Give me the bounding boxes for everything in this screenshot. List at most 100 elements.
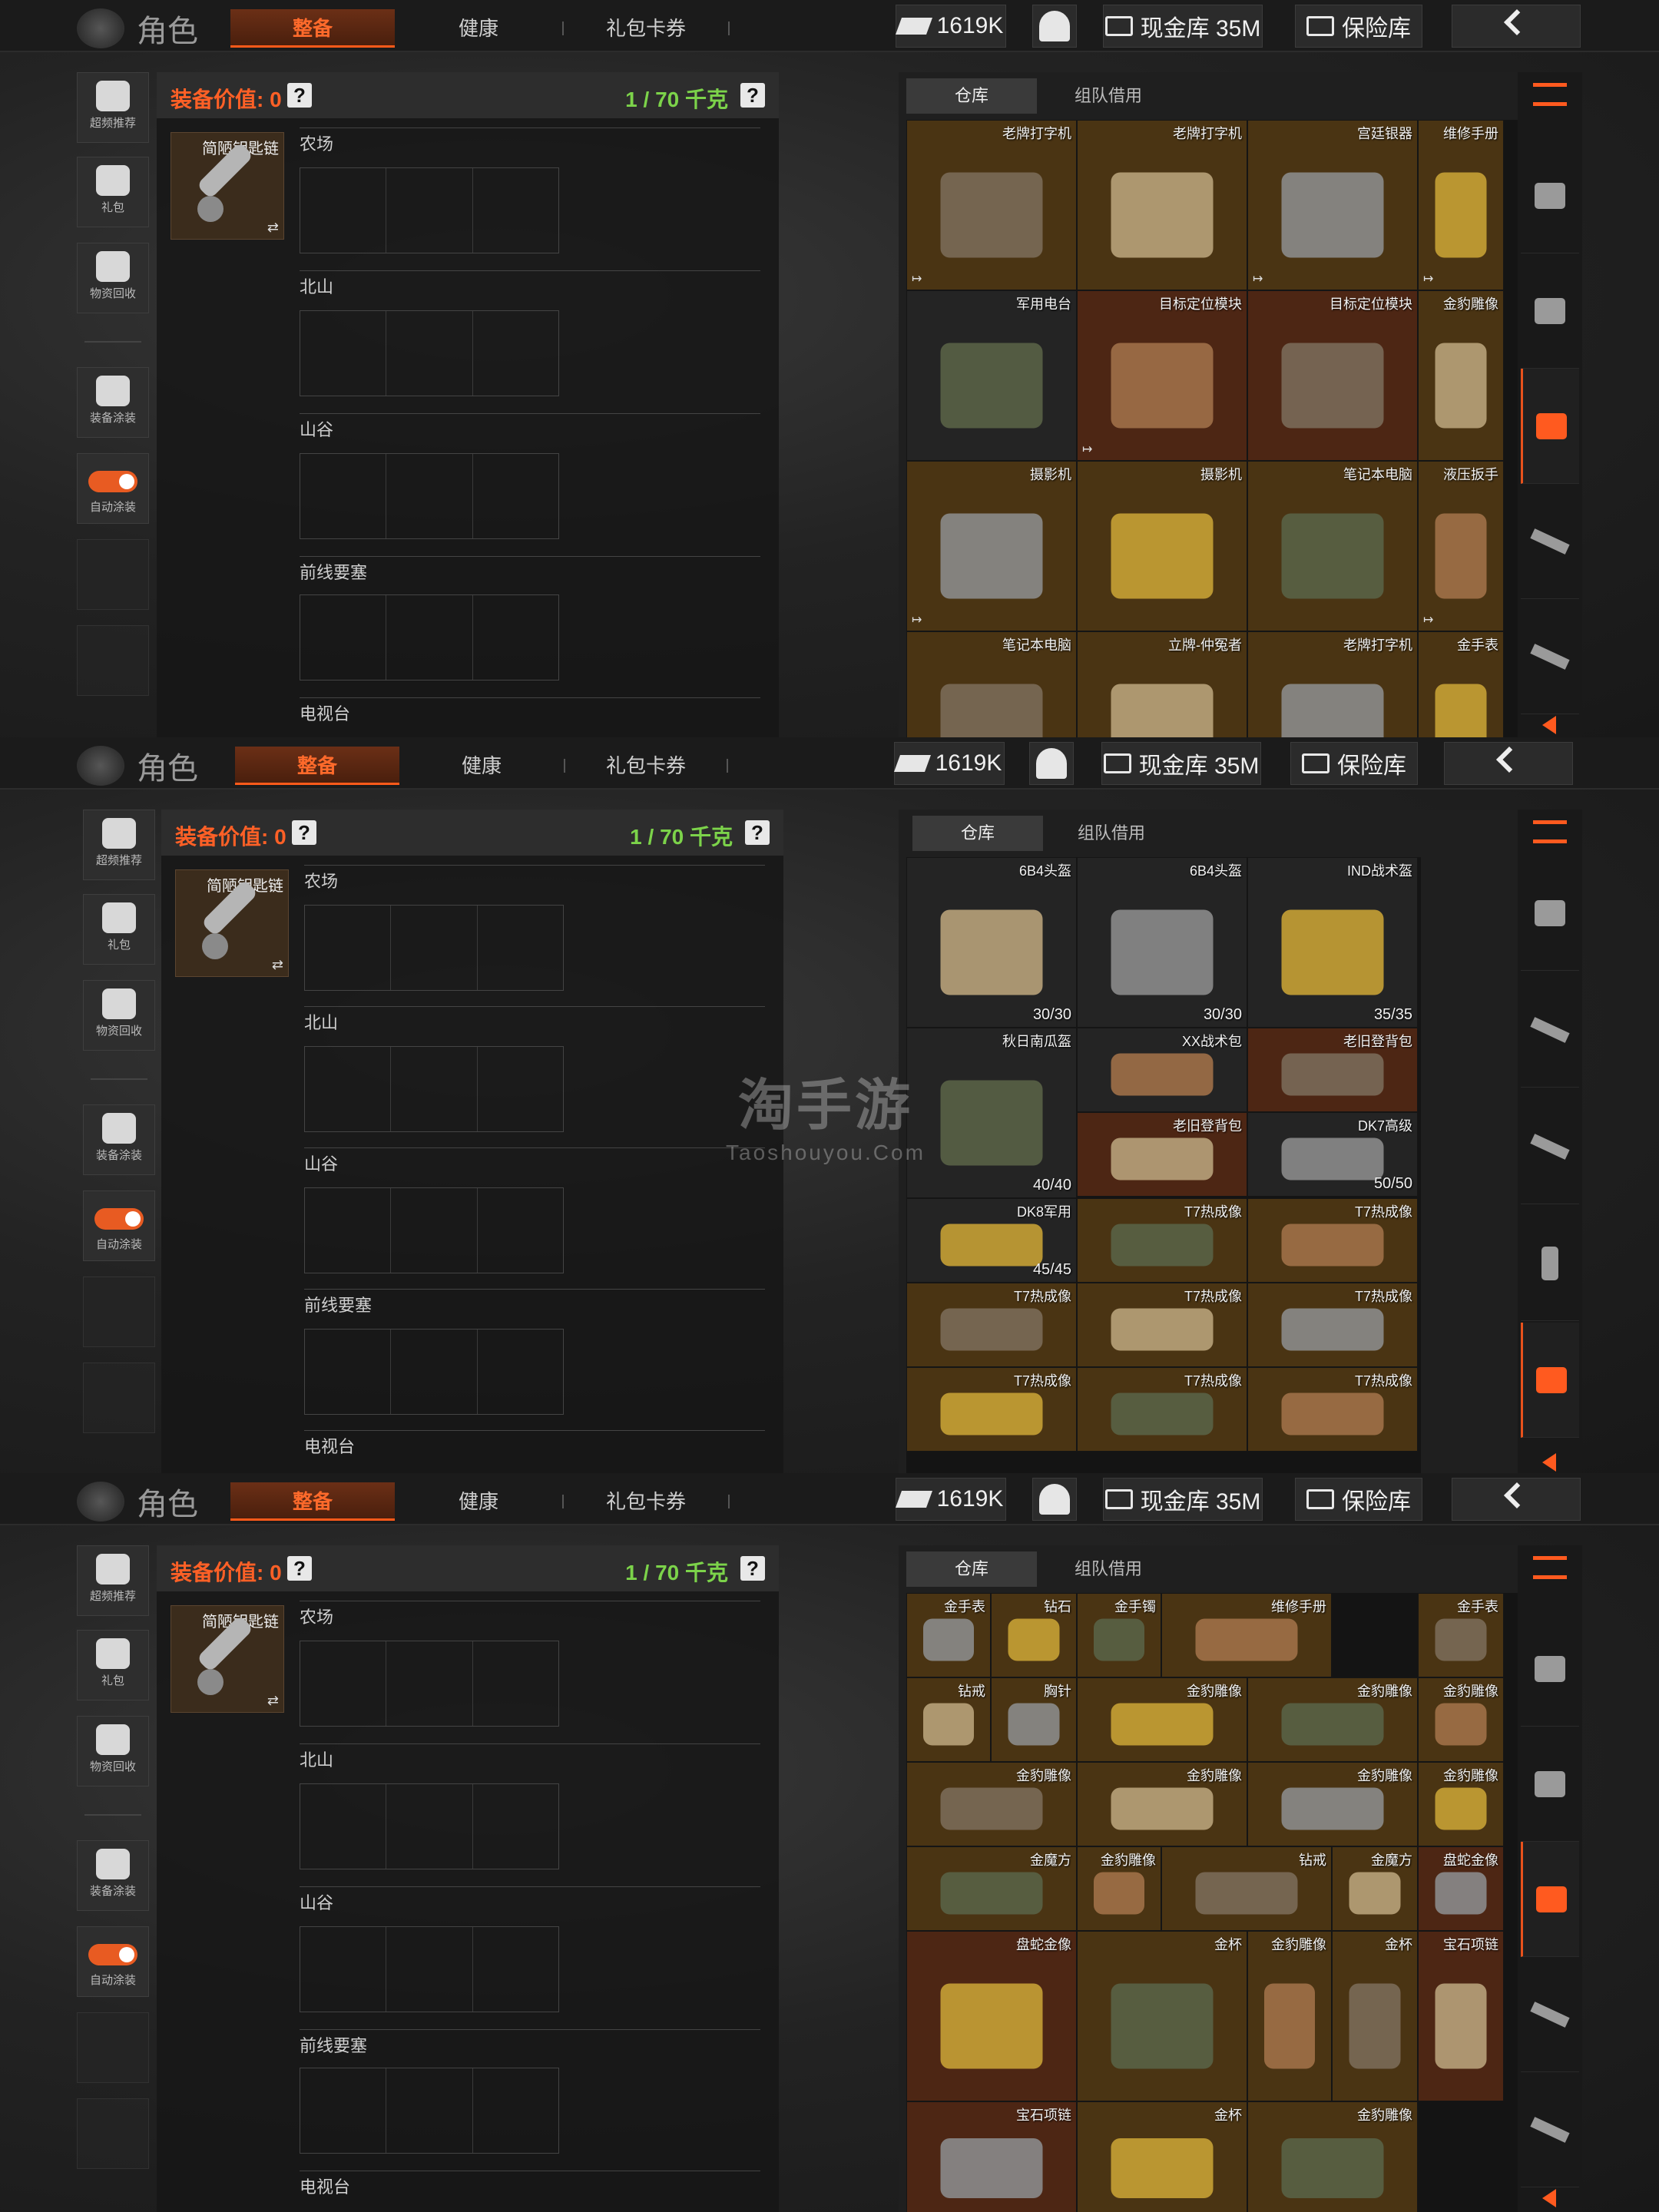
- sidebar-item-recycle[interactable]: 物资回收: [83, 980, 155, 1051]
- inventory-item[interactable]: 维修手册 ↦: [1418, 120, 1504, 290]
- inventory-item[interactable]: 6B4头盔 30/30: [1077, 857, 1247, 1028]
- back-button[interactable]: [1444, 742, 1573, 785]
- tab-coupons[interactable]: 礼包卡券: [575, 1482, 717, 1521]
- inventory-item[interactable]: 老旧登背包: [1077, 1112, 1247, 1197]
- inventory-item[interactable]: 金豹雕像: [906, 1762, 1077, 1846]
- inventory-item[interactable]: 金豹雕像: [1418, 1762, 1504, 1846]
- tab-warehouse[interactable]: 仓库: [906, 78, 1037, 114]
- keychain-slot[interactable]: 简陋钥匙链 ⇄: [171, 1605, 284, 1713]
- safe-button[interactable]: 保险库: [1290, 742, 1418, 785]
- zone-key-slots[interactable]: [304, 1329, 564, 1415]
- sidebar-item-gift[interactable]: 礼包: [77, 1630, 149, 1700]
- inventory-item[interactable]: 金手表: [1418, 1593, 1504, 1677]
- back-button[interactable]: [1452, 1478, 1581, 1521]
- inventory-item[interactable]: 老牌打字机 ↦: [906, 120, 1077, 290]
- collapse-arrow-icon[interactable]: [1542, 2189, 1556, 2207]
- tab-equip[interactable]: 整备: [230, 9, 395, 48]
- inventory-item[interactable]: IND战术盔 35/35: [1247, 857, 1418, 1028]
- tab-coupons[interactable]: 礼包卡券: [575, 9, 717, 48]
- zone-key-slots[interactable]: [300, 1783, 559, 1869]
- inventory-item[interactable]: T7热成像: [1077, 1198, 1247, 1283]
- inventory-item[interactable]: T7热成像: [1247, 1283, 1418, 1367]
- category-box[interactable]: [1521, 1727, 1579, 1842]
- inventory-item[interactable]: 金豹雕像: [1418, 1677, 1504, 1762]
- inventory-item[interactable]: 金豹雕像: [1247, 1762, 1418, 1846]
- inventory-item[interactable]: 盘蛇金像: [1418, 1846, 1504, 1931]
- inventory-item[interactable]: T7热成像: [906, 1283, 1077, 1367]
- zone-key-slots[interactable]: [300, 2068, 559, 2154]
- value-help-button[interactable]: ?: [287, 83, 312, 108]
- inventory-item[interactable]: 金杯: [1332, 1931, 1418, 2101]
- zone-key-slots[interactable]: [300, 453, 559, 539]
- zone-key-slots[interactable]: [300, 594, 559, 680]
- inventory-item[interactable]: 金手镯: [1077, 1593, 1161, 1677]
- inventory-item[interactable]: 金魔方: [906, 1846, 1077, 1931]
- profile-button[interactable]: [1032, 5, 1077, 48]
- tab-team-borrow[interactable]: 组队借用: [1043, 1551, 1174, 1587]
- sidebar-item-skin[interactable]: 装备涂装: [77, 1840, 149, 1911]
- tab-equip[interactable]: 整备: [230, 1482, 395, 1521]
- category-ammo[interactable]: [1521, 1206, 1579, 1321]
- inventory-item[interactable]: 6B4头盔 30/30: [906, 857, 1077, 1028]
- sidebar-item-gift[interactable]: 礼包: [77, 157, 149, 227]
- sort-icon[interactable]: [1533, 820, 1567, 843]
- inventory-item[interactable]: 摄影机 ↦: [906, 461, 1077, 631]
- tab-coupons[interactable]: 礼包卡券: [575, 747, 717, 785]
- inventory-item[interactable]: 老牌打字机: [1247, 631, 1418, 737]
- collapse-arrow-icon[interactable]: [1542, 716, 1556, 734]
- inventory-item[interactable]: 胸针: [991, 1677, 1077, 1762]
- inventory-item[interactable]: 金豹雕像: [1077, 1846, 1161, 1931]
- safe-button[interactable]: 保险库: [1295, 5, 1422, 48]
- category-home[interactable]: [1521, 138, 1579, 253]
- auto-skin-toggle[interactable]: [88, 1944, 137, 1965]
- tab-health[interactable]: 健康: [407, 9, 550, 48]
- inventory-item[interactable]: DK7高级 50/50: [1247, 1112, 1418, 1197]
- zone-key-slots[interactable]: [304, 1046, 564, 1132]
- inventory-item[interactable]: T7热成像: [1247, 1198, 1418, 1283]
- zone-key-slots[interactable]: [300, 1641, 559, 1727]
- tab-health[interactable]: 健康: [410, 747, 553, 785]
- sidebar-item-auto-skin[interactable]: 自动涂装: [77, 453, 149, 524]
- inventory-item[interactable]: 目标定位模块: [1247, 290, 1418, 461]
- sidebar-item-skin[interactable]: 装备涂装: [83, 1104, 155, 1175]
- sidebar-item-recycle[interactable]: 物资回收: [77, 1716, 149, 1786]
- category-rifle[interactable]: [1521, 484, 1579, 599]
- tab-health[interactable]: 健康: [407, 1482, 550, 1521]
- category-rifle-alt[interactable]: [1521, 1089, 1579, 1204]
- category-rifle-alt[interactable]: [1521, 599, 1579, 714]
- category-rifle[interactable]: [1521, 972, 1579, 1088]
- profile-button[interactable]: [1032, 1478, 1077, 1521]
- weight-help-button[interactable]: ?: [745, 820, 770, 845]
- cash-vault-button[interactable]: 现金库 35M: [1101, 742, 1261, 785]
- sidebar-item-recycle[interactable]: 物资回收: [77, 243, 149, 313]
- inventory-item[interactable]: 金杯: [1077, 2101, 1247, 2212]
- auto-skin-toggle[interactable]: [88, 471, 137, 492]
- category-rifle[interactable]: [1521, 1957, 1579, 2072]
- inventory-item[interactable]: 笔记本电脑: [906, 631, 1077, 737]
- back-button[interactable]: [1452, 5, 1581, 48]
- inventory-item[interactable]: 金豹雕像: [1077, 1762, 1247, 1846]
- sidebar-item-auto-skin[interactable]: 自动涂装: [77, 1926, 149, 1997]
- inventory-item[interactable]: 金魔方: [1332, 1846, 1418, 1931]
- cash-vault-button[interactable]: 现金库 35M: [1103, 5, 1263, 48]
- inventory-item[interactable]: 钻石: [991, 1593, 1077, 1677]
- weight-help-button[interactable]: ?: [740, 1556, 765, 1581]
- auto-skin-toggle[interactable]: [94, 1208, 144, 1230]
- value-help-button[interactable]: ?: [292, 820, 316, 845]
- inventory-item[interactable]: T7热成像: [1077, 1367, 1247, 1452]
- inventory-item[interactable]: 笔记本电脑: [1247, 461, 1418, 631]
- zone-key-slots[interactable]: [300, 310, 559, 396]
- keychain-slot[interactable]: 简陋钥匙链 ⇄: [175, 869, 289, 977]
- sort-icon[interactable]: [1533, 83, 1567, 106]
- inventory-item[interactable]: 钻戒: [1161, 1846, 1332, 1931]
- keychain-slot[interactable]: 简陋钥匙链 ⇄: [171, 132, 284, 240]
- inventory-item[interactable]: 目标定位模块 ↦: [1077, 290, 1247, 461]
- sidebar-item-recommend[interactable]: 超频推荐: [77, 72, 149, 143]
- inventory-item[interactable]: 立牌-仲冤者: [1077, 631, 1247, 737]
- zone-key-slots[interactable]: [304, 1187, 564, 1273]
- inventory-item[interactable]: 军用电台: [906, 290, 1077, 461]
- category-box[interactable]: [1521, 253, 1579, 369]
- inventory-item[interactable]: T7热成像: [1247, 1367, 1418, 1452]
- profile-button[interactable]: [1029, 742, 1074, 785]
- inventory-item[interactable]: 金豹雕像: [1247, 1677, 1418, 1762]
